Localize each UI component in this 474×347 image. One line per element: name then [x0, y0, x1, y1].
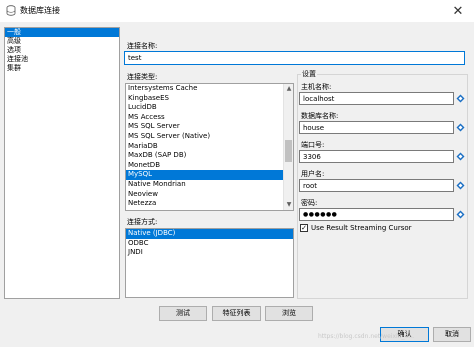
- variable-icon[interactable]: [456, 210, 465, 219]
- browse-button[interactable]: 浏览: [265, 306, 313, 321]
- host-input[interactable]: localhost: [299, 92, 454, 105]
- password-input[interactable]: ●●●●●●: [299, 208, 454, 221]
- test-button[interactable]: 测试: [159, 306, 207, 321]
- close-button[interactable]: ✕: [442, 0, 474, 22]
- list-item[interactable]: Native Mondrian: [126, 180, 293, 190]
- list-item[interactable]: MariaDB: [126, 142, 293, 152]
- list-item[interactable]: JNDI: [126, 248, 293, 258]
- list-item[interactable]: Intersystems Cache: [126, 84, 293, 94]
- variable-icon[interactable]: [456, 181, 465, 190]
- cancel-button[interactable]: 取消: [433, 327, 471, 342]
- check-icon: ✓: [301, 224, 307, 232]
- list-item[interactable]: MS Access: [126, 113, 293, 123]
- username-input[interactable]: root: [299, 179, 454, 192]
- variable-icon[interactable]: [456, 94, 465, 103]
- nav-item-options[interactable]: 选项: [5, 46, 119, 55]
- list-item-selected[interactable]: Native (JDBC): [126, 229, 293, 239]
- settings-title: 设置: [301, 69, 317, 79]
- streaming-cursor-checkbox[interactable]: ✓: [300, 224, 308, 232]
- window-title: 数据库连接: [20, 6, 60, 15]
- list-item[interactable]: LucidDB: [126, 103, 293, 113]
- database-input[interactable]: house: [299, 121, 454, 134]
- watermark: https://blog.csdn.net/weixin_4...: [318, 333, 415, 340]
- host-label: 主机名称:: [301, 83, 332, 91]
- database-label: 数据库名称:: [301, 112, 339, 120]
- database-connection-dialog: 数据库连接 ✕ 一般 高级 选项 连接池 集群 连接名称: test 连接类型:…: [0, 0, 474, 347]
- access-method-label: 连接方式:: [127, 218, 158, 226]
- feature-list-button[interactable]: 特征列表: [212, 306, 261, 321]
- username-label: 用户名:: [301, 170, 325, 178]
- nav-item-general[interactable]: 一般: [5, 28, 119, 37]
- list-item[interactable]: Netezza: [126, 199, 293, 209]
- list-item[interactable]: ODBC: [126, 239, 293, 249]
- streaming-cursor-label: Use Result Streaming Cursor: [311, 224, 412, 232]
- list-item[interactable]: MS SQL Server (Native): [126, 132, 293, 142]
- port-label: 端口号:: [301, 141, 325, 149]
- connection-type-scrollbar[interactable]: ▲ ▼: [283, 84, 293, 210]
- scroll-down-icon[interactable]: ▼: [284, 200, 293, 210]
- database-icon: [6, 5, 16, 16]
- port-input[interactable]: 3306: [299, 150, 454, 163]
- close-icon: ✕: [452, 3, 464, 19]
- access-method-list[interactable]: Native (JDBC) ODBC JNDI: [125, 228, 294, 298]
- variable-icon[interactable]: [456, 123, 465, 132]
- list-item[interactable]: MonetDB: [126, 161, 293, 171]
- connection-name-label: 连接名称:: [127, 42, 158, 50]
- connection-name-input[interactable]: test: [124, 51, 465, 65]
- list-item-selected[interactable]: MySQL: [126, 170, 283, 180]
- list-item[interactable]: Neoview: [126, 190, 293, 200]
- connection-type-list[interactable]: Intersystems Cache KingbaseES LucidDB MS…: [125, 83, 294, 211]
- list-item[interactable]: KingbaseES: [126, 94, 293, 104]
- nav-item-advanced[interactable]: 高级: [5, 37, 119, 46]
- nav-item-pooling[interactable]: 连接池: [5, 55, 119, 64]
- title-bar: 数据库连接 ✕: [0, 0, 474, 22]
- category-list: 一般 高级 选项 连接池 集群: [4, 27, 120, 299]
- list-item[interactable]: MaxDB (SAP DB): [126, 151, 293, 161]
- variable-icon[interactable]: [456, 152, 465, 161]
- connection-type-label: 连接类型:: [127, 73, 158, 81]
- scroll-up-icon[interactable]: ▲: [284, 84, 293, 94]
- list-item[interactable]: MS SQL Server: [126, 122, 293, 132]
- scroll-thumb[interactable]: [285, 140, 292, 162]
- nav-item-clustering[interactable]: 集群: [5, 64, 119, 73]
- password-label: 密码:: [301, 199, 318, 207]
